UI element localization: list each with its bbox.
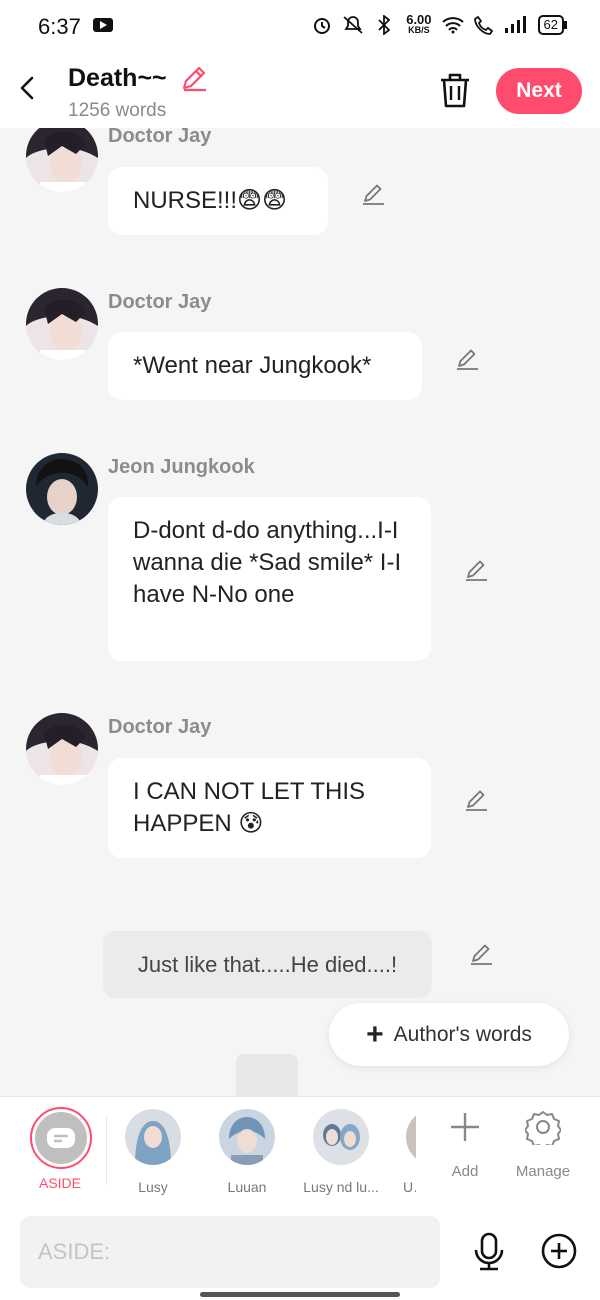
add-icon <box>451 1113 479 1141</box>
next-button[interactable]: Next <box>496 68 582 114</box>
plus-icon: + <box>366 1017 384 1051</box>
avatar[interactable] <box>26 128 98 192</box>
word-count: 1256 words <box>68 100 167 121</box>
back-arrow-icon[interactable] <box>14 74 42 102</box>
manage-label: Manage <box>515 1163 571 1180</box>
edit-aside-icon[interactable] <box>468 940 496 968</box>
character-item[interactable]: Lusy <box>108 1109 198 1195</box>
manage-characters-button[interactable]: Manage <box>503 1109 583 1180</box>
edit-message-icon[interactable] <box>360 180 388 208</box>
alarm-icon <box>314 18 331 34</box>
character-item[interactable]: Lusy nd lu... <box>296 1109 386 1195</box>
character-label: Ur <box>403 1179 416 1195</box>
network-speed: 6.00 KB/S <box>406 12 432 35</box>
chat-area[interactable]: Doctor Jay NURSE!!!😨😨 Doctor Jay *Went n… <box>0 128 600 1096</box>
status-bar: 6:37 6.00 KB/S 62 <box>0 0 600 52</box>
battery-indicator: 62 <box>537 15 568 35</box>
authors-words-button[interactable]: + Author's words <box>329 1003 569 1066</box>
aside-label: ASIDE <box>38 1175 81 1191</box>
character-bar: ASIDE Lusy Luuan Lusy nd lu... Ur Add Ma… <box>0 1096 600 1205</box>
character-label: Lusy nd lu... <box>303 1179 379 1195</box>
authors-words-label: Author's words <box>393 1022 532 1046</box>
edit-message-icon[interactable] <box>463 786 491 814</box>
avatar[interactable] <box>26 288 98 360</box>
sender-name: Jeon Jungkook <box>108 456 255 478</box>
message-bubble[interactable]: D-dont d-do anything...I-I wanna die *Sa… <box>108 497 431 661</box>
aside-icon <box>47 1128 75 1148</box>
character-label: Lusy <box>138 1179 168 1195</box>
edit-message-icon[interactable] <box>454 345 482 373</box>
avatar <box>313 1109 369 1165</box>
mute-icon <box>343 16 363 34</box>
avatar <box>125 1109 181 1165</box>
input-area <box>0 1204 600 1300</box>
gear-icon <box>524 1111 562 1149</box>
home-indicator <box>200 1292 400 1297</box>
character-item[interactable]: Ur <box>390 1109 416 1195</box>
add-circle-icon[interactable] <box>540 1232 578 1270</box>
edit-message-icon[interactable] <box>463 556 491 584</box>
status-time: 6:37 <box>38 14 81 39</box>
edit-title-icon[interactable] <box>180 64 208 92</box>
add-character-button[interactable]: Add <box>425 1109 505 1180</box>
avatar <box>406 1109 416 1165</box>
avatar[interactable] <box>26 453 98 525</box>
avatar <box>219 1109 275 1165</box>
message-input[interactable] <box>20 1216 440 1288</box>
wifi-icon <box>441 17 464 34</box>
header: Death~~ 1256 words Next <box>0 52 600 128</box>
signal-icon <box>504 16 526 33</box>
youtube-notification-icon <box>93 18 113 32</box>
character-label: Luuan <box>227 1179 267 1195</box>
sender-name: Doctor Jay <box>108 128 212 147</box>
trash-icon[interactable] <box>438 72 472 108</box>
bluetooth-icon <box>378 15 391 35</box>
microphone-icon[interactable] <box>472 1232 506 1272</box>
message-bubble[interactable]: *Went near Jungkook* <box>108 332 422 400</box>
scroll-handle[interactable] <box>236 1054 298 1096</box>
status-icons: 6.00 KB/S 62 <box>312 12 568 36</box>
sender-name: Doctor Jay <box>108 716 212 738</box>
aside-selector[interactable] <box>30 1107 92 1169</box>
add-label: Add <box>451 1163 479 1180</box>
divider <box>106 1117 107 1185</box>
aside-bubble[interactable]: Just like that.....He died....! <box>103 931 432 998</box>
message-bubble[interactable]: NURSE!!!😨😨 <box>108 167 328 235</box>
call-icon <box>473 15 493 35</box>
story-title: Death~~ <box>68 64 167 92</box>
character-item[interactable]: Luuan <box>202 1109 292 1195</box>
avatar[interactable] <box>26 713 98 785</box>
sender-name: Doctor Jay <box>108 291 212 313</box>
message-bubble[interactable]: I CAN NOT LET THIS HAPPEN 😰 <box>108 758 431 858</box>
